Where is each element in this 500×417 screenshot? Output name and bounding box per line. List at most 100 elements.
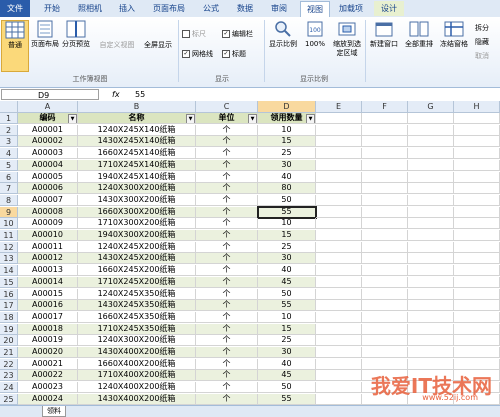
empty-cell[interactable]	[454, 206, 500, 218]
row-header[interactable]: 5	[0, 159, 18, 171]
tab-design[interactable]: 设计	[374, 1, 404, 16]
custom-views-button[interactable]: 自定义视图	[94, 41, 140, 53]
table-cell[interactable]: 1660X400X200纸箱	[78, 358, 196, 370]
empty-cell[interactable]	[454, 276, 500, 288]
empty-cell[interactable]	[362, 347, 408, 358]
empty-cell[interactable]	[408, 194, 454, 206]
empty-cell[interactable]	[454, 335, 500, 347]
name-box[interactable]: D9	[1, 89, 99, 100]
empty-cell[interactable]	[408, 159, 454, 171]
table-cell[interactable]: 个	[196, 171, 258, 183]
empty-cell[interactable]	[408, 265, 454, 277]
zoom-100-button[interactable]: 100 100%	[301, 20, 329, 70]
table-cell[interactable]: A00006	[18, 183, 78, 195]
table-cell[interactable]: A00015	[18, 288, 78, 300]
table-cell[interactable]: A00017	[18, 311, 78, 323]
tab-file[interactable]: 文件	[0, 0, 30, 17]
table-cell[interactable]: 1660X245X200纸箱	[78, 265, 196, 277]
empty-cell[interactable]	[316, 323, 362, 335]
row-header[interactable]: 17	[0, 300, 18, 312]
row-header[interactable]: 19	[0, 323, 18, 335]
table-header-cell[interactable]: 名称 ▼	[78, 113, 196, 124]
table-cell[interactable]: 个	[196, 382, 258, 394]
table-cell[interactable]: 个	[196, 206, 258, 218]
table-cell[interactable]: 个	[196, 358, 258, 370]
table-cell[interactable]: A00018	[18, 323, 78, 335]
table-cell[interactable]: 1940X300X200纸箱	[78, 230, 196, 241]
empty-cell[interactable]	[408, 335, 454, 347]
table-cell[interactable]: 40	[258, 171, 316, 183]
zoom-button[interactable]: 显示比例	[266, 20, 300, 70]
split-button[interactable]: 拆分	[475, 23, 489, 33]
empty-cell[interactable]	[362, 206, 408, 218]
filter-dropdown-icon[interactable]: ▼	[306, 114, 315, 123]
row-header[interactable]: 3	[0, 136, 18, 148]
filter-dropdown-icon[interactable]: ▼	[248, 114, 257, 123]
empty-cell[interactable]	[316, 124, 362, 136]
table-cell[interactable]: A00019	[18, 335, 78, 347]
empty-cell[interactable]	[362, 218, 408, 230]
table-cell[interactable]: 个	[196, 335, 258, 347]
table-cell[interactable]: 个	[196, 347, 258, 358]
table-cell[interactable]: 1240X300X200纸箱	[78, 183, 196, 195]
row-header[interactable]: 22	[0, 358, 18, 370]
tab-review[interactable]: 审阅	[266, 1, 292, 16]
empty-cell[interactable]	[454, 113, 500, 124]
empty-cell[interactable]	[408, 347, 454, 358]
table-cell[interactable]: 1240X245X140纸箱	[78, 124, 196, 136]
select-all-corner[interactable]	[0, 101, 18, 113]
table-cell[interactable]: 1940X245X140纸箱	[78, 171, 196, 183]
empty-cell[interactable]	[316, 218, 362, 230]
empty-cell[interactable]	[362, 288, 408, 300]
new-window-button[interactable]: 新建窗口	[367, 20, 401, 70]
headings-checkbox[interactable]: ✓ 标题	[222, 49, 246, 59]
table-cell[interactable]: 个	[196, 124, 258, 136]
table-cell[interactable]: A00004	[18, 159, 78, 171]
empty-cell[interactable]	[408, 241, 454, 253]
empty-cell[interactable]	[316, 347, 362, 358]
ruler-checkbox[interactable]: 标尺	[182, 29, 206, 39]
table-cell[interactable]: 25	[258, 241, 316, 253]
empty-cell[interactable]	[454, 136, 500, 148]
empty-cell[interactable]	[316, 276, 362, 288]
table-cell[interactable]: 15	[258, 230, 316, 241]
empty-cell[interactable]	[454, 358, 500, 370]
table-cell[interactable]: A00024	[18, 393, 78, 405]
table-cell[interactable]: A00007	[18, 194, 78, 206]
empty-cell[interactable]	[454, 323, 500, 335]
empty-cell[interactable]	[362, 335, 408, 347]
table-cell[interactable]: 1710X245X200纸箱	[78, 276, 196, 288]
empty-cell[interactable]	[408, 171, 454, 183]
table-cell[interactable]: A00021	[18, 358, 78, 370]
tab-addins[interactable]: 加载项	[334, 1, 368, 16]
table-cell[interactable]: 1240X300X200纸箱	[78, 335, 196, 347]
table-cell[interactable]: 1710X400X200纸箱	[78, 370, 196, 382]
empty-cell[interactable]	[408, 311, 454, 323]
empty-cell[interactable]	[362, 265, 408, 277]
table-cell[interactable]: 个	[196, 159, 258, 171]
table-cell[interactable]: 个	[196, 265, 258, 277]
table-header-cell[interactable]: 领用数量 ▼	[258, 113, 316, 124]
table-cell[interactable]: A00002	[18, 136, 78, 148]
table-cell[interactable]: 25	[258, 335, 316, 347]
empty-cell[interactable]	[362, 194, 408, 206]
arrange-all-button[interactable]: 全部重排	[402, 20, 436, 70]
empty-cell[interactable]	[408, 323, 454, 335]
row-header[interactable]: 15	[0, 276, 18, 288]
row-header[interactable]: 20	[0, 335, 18, 347]
row-header[interactable]: 21	[0, 347, 18, 358]
empty-cell[interactable]	[408, 136, 454, 148]
table-cell[interactable]: 1430X300X200纸箱	[78, 194, 196, 206]
empty-cell[interactable]	[408, 358, 454, 370]
row-header[interactable]: 18	[0, 311, 18, 323]
empty-cell[interactable]	[316, 148, 362, 160]
table-cell[interactable]: 30	[258, 159, 316, 171]
column-header[interactable]: D	[258, 101, 316, 113]
table-cell[interactable]: 个	[196, 311, 258, 323]
row-header[interactable]: 16	[0, 288, 18, 300]
formula-bar-checkbox[interactable]: ✓ 编辑栏	[222, 29, 253, 39]
empty-cell[interactable]	[362, 311, 408, 323]
empty-cell[interactable]	[362, 253, 408, 265]
empty-cell[interactable]	[316, 288, 362, 300]
table-cell[interactable]: 个	[196, 393, 258, 405]
